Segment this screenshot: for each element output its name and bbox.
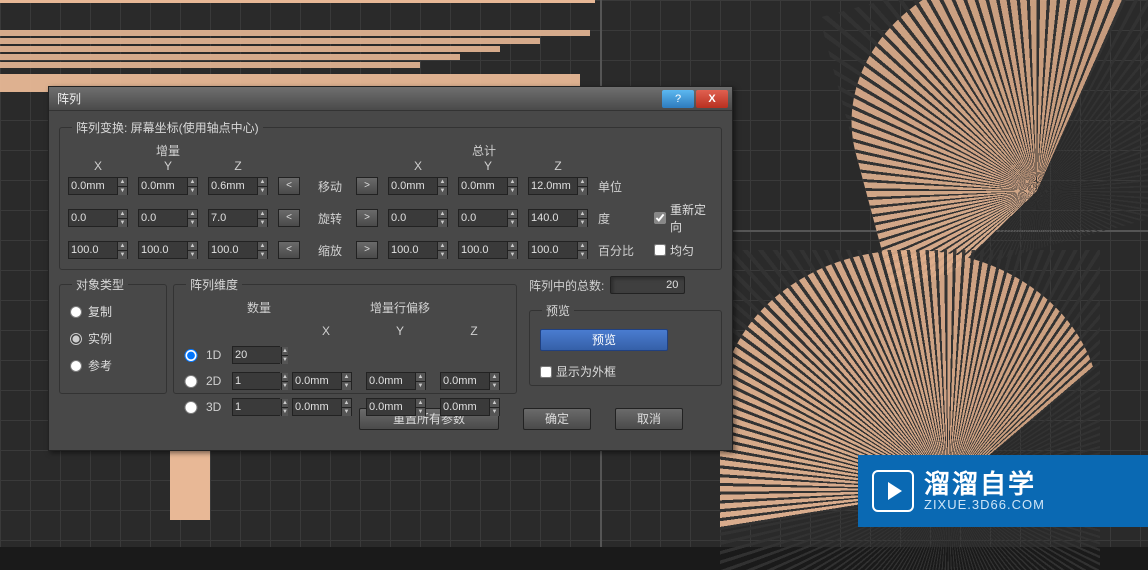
move-iy-spinner[interactable]: ▲▼ (138, 177, 198, 195)
total-count-label: 阵列中的总数: (529, 277, 604, 294)
scale-label: 缩放 (310, 242, 350, 259)
scale-left-button[interactable]: < (278, 241, 300, 259)
rotate-ix-spinner[interactable]: ▲▼ (68, 209, 128, 227)
array-transform-group: 阵列变换: 屏幕坐标(使用轴点中心) 增量 总计 X Y Z X Y Z ▲▼ (59, 119, 722, 270)
wireframe-checkbox[interactable]: 显示为外框 (540, 363, 616, 380)
3d-y-spinner[interactable]: ▲▼ (366, 398, 426, 416)
dim-x-label: X (292, 324, 360, 338)
rotate-tz-spinner[interactable]: ▲▼ (528, 209, 588, 227)
spinner-up-icon[interactable]: ▲ (117, 178, 127, 187)
scale-iz-spinner[interactable]: ▲▼ (208, 241, 268, 259)
move-tx[interactable] (389, 178, 437, 194)
object-type-legend: 对象类型 (72, 276, 128, 293)
total-count-value: 20 (610, 276, 685, 294)
count-3d-spinner[interactable]: ▲▼ (232, 398, 280, 416)
scale-ix-spinner[interactable]: ▲▼ (68, 241, 128, 259)
label-1d: 1D (206, 348, 226, 362)
spinner-down-icon[interactable]: ▼ (117, 187, 127, 195)
move-ty[interactable] (459, 178, 507, 194)
move-ty-spinner[interactable]: ▲▼ (458, 177, 518, 195)
move-left-button[interactable]: < (278, 177, 300, 195)
scale-ty-spinner[interactable]: ▲▼ (458, 241, 518, 259)
move-right-button[interactable]: > (356, 177, 378, 195)
radio-3d[interactable] (182, 401, 200, 414)
titlebar[interactable]: 阵列 ? X (49, 87, 732, 111)
rotate-label: 旋转 (310, 210, 350, 227)
fan-top-viewport (819, 0, 1148, 288)
wireframe-strip (0, 0, 595, 3)
help-button[interactable]: ? (662, 90, 694, 108)
array-dimensions-group: 阵列维度 数量 增量行偏移 X Y Z 1D ▲▼ 2D ▲▼ ▲ (173, 276, 517, 394)
3d-z-spinner[interactable]: ▲▼ (440, 398, 500, 416)
move-label: 移动 (310, 178, 350, 195)
scale-tx-spinner[interactable]: ▲▼ (388, 241, 448, 259)
move-tz-spinner[interactable]: ▲▼ (528, 177, 588, 195)
rotate-left-button[interactable]: < (278, 209, 300, 227)
scale-iy-spinner[interactable]: ▲▼ (138, 241, 198, 259)
rotate-ty-spinner[interactable]: ▲▼ (458, 209, 518, 227)
scale-unit: 百分比 (598, 242, 648, 259)
radio-instance[interactable]: 实例 (70, 330, 156, 347)
count-2d-spinner[interactable]: ▲▼ (232, 372, 280, 390)
dialog-title: 阵列 (53, 90, 660, 107)
dim-z-label: Z (440, 324, 508, 338)
watermark-url: ZIXUE.3D66.COM (924, 497, 1045, 512)
label-3d: 3D (206, 400, 226, 414)
move-tx-spinner[interactable]: ▲▼ (388, 177, 448, 195)
scale-tz-spinner[interactable]: ▲▼ (528, 241, 588, 259)
move-iz[interactable] (209, 178, 257, 194)
reorient-checkbox[interactable]: 重新定向 (654, 201, 713, 235)
row-offset-label: 增量行偏移 (292, 299, 508, 316)
radio-copy[interactable]: 复制 (70, 303, 156, 320)
array-transform-legend: 阵列变换: 屏幕坐标(使用轴点中心) (72, 119, 263, 136)
preview-group: 预览 预览 显示为外框 (529, 302, 722, 386)
move-iz-spinner[interactable]: ▲▼ (208, 177, 268, 195)
preview-button[interactable]: 预览 (540, 329, 668, 351)
rotate-unit: 度 (598, 210, 648, 227)
dim-count-label: 数量 (232, 299, 286, 316)
3d-x-spinner[interactable]: ▲▼ (292, 398, 352, 416)
close-button[interactable]: X (696, 90, 728, 108)
object-type-group: 对象类型 复制 实例 参考 (59, 276, 167, 394)
array-dim-legend: 阵列维度 (186, 276, 242, 293)
scale-right-button[interactable]: > (356, 241, 378, 259)
watermark-title: 溜溜自学 (924, 471, 1045, 497)
count-1d-spinner[interactable]: ▲▼ (232, 346, 280, 364)
preview-legend: 预览 (542, 302, 574, 319)
2d-x-spinner[interactable]: ▲▼ (292, 372, 352, 390)
rotate-tx-spinner[interactable]: ▲▼ (388, 209, 448, 227)
move-tz[interactable] (529, 178, 577, 194)
axis-z-label-2: Z (528, 159, 588, 173)
total-label: 总计 (384, 142, 584, 159)
ok-button[interactable]: 确定 (523, 408, 591, 430)
axis-y-label-2: Y (458, 159, 518, 173)
watermark: 溜溜自学 ZIXUE.3D66.COM (858, 455, 1148, 527)
array-dialog: 阵列 ? X 阵列变换: 屏幕坐标(使用轴点中心) 增量 总计 X Y Z X … (48, 86, 733, 451)
radio-reference[interactable]: 参考 (70, 357, 156, 374)
axis-z-label: Z (208, 159, 268, 173)
move-iy[interactable] (139, 178, 187, 194)
label-2d: 2D (206, 374, 226, 388)
rotate-iz-spinner[interactable]: ▲▼ (208, 209, 268, 227)
move-unit: 单位 (598, 178, 648, 195)
radio-1d[interactable] (182, 349, 200, 362)
incremental-label: 增量 (68, 142, 268, 159)
rotate-iy-spinner[interactable]: ▲▼ (138, 209, 198, 227)
small-object (170, 440, 210, 520)
dim-y-label: Y (366, 324, 434, 338)
cancel-button[interactable]: 取消 (615, 408, 683, 430)
2d-y-spinner[interactable]: ▲▼ (366, 372, 426, 390)
axis-x-label-2: X (388, 159, 448, 173)
axis-y-label: Y (138, 159, 198, 173)
play-icon (872, 470, 914, 512)
move-ix[interactable] (69, 178, 117, 194)
2d-z-spinner[interactable]: ▲▼ (440, 372, 500, 390)
axis-x-label: X (68, 159, 128, 173)
uniform-checkbox[interactable]: 均匀 (654, 242, 713, 259)
rotate-right-button[interactable]: > (356, 209, 378, 227)
radio-2d[interactable] (182, 375, 200, 388)
move-ix-spinner[interactable]: ▲▼ (68, 177, 128, 195)
